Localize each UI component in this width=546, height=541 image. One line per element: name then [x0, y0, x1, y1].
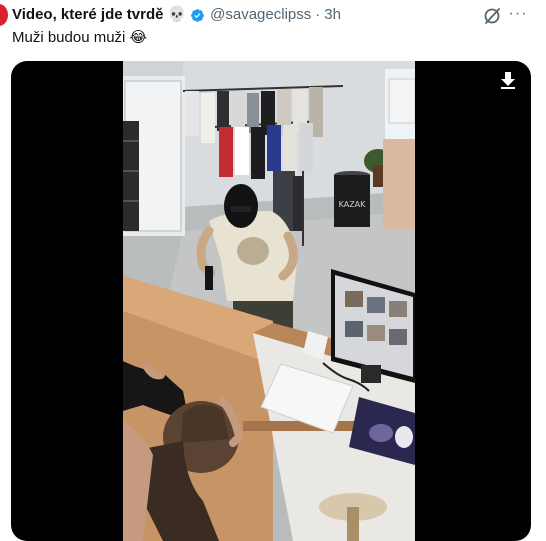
- video-player[interactable]: KAZAK: [11, 61, 531, 541]
- video-frame[interactable]: KAZAK: [123, 61, 415, 541]
- timestamp[interactable]: 3h: [324, 5, 341, 25]
- tweet-text: Muži budou muži 😂: [12, 29, 148, 46]
- display-name[interactable]: Video, které jde tvrdě: [12, 5, 163, 25]
- tweet-header: Video, které jde tvrdě 💀 @savageclipss ·…: [12, 5, 341, 25]
- video-scene: KAZAK: [123, 61, 415, 541]
- separator-dot: ·: [315, 6, 321, 23]
- verified-badge-icon: [191, 8, 205, 22]
- skull-emoji: 💀: [167, 6, 187, 23]
- avatar[interactable]: [0, 4, 8, 26]
- grok-icon[interactable]: [482, 6, 502, 26]
- bin-label: KAZAK: [339, 200, 367, 209]
- handle[interactable]: @savageclipss: [210, 5, 311, 25]
- more-options-icon[interactable]: ···: [506, 5, 530, 25]
- download-icon[interactable]: [499, 71, 517, 89]
